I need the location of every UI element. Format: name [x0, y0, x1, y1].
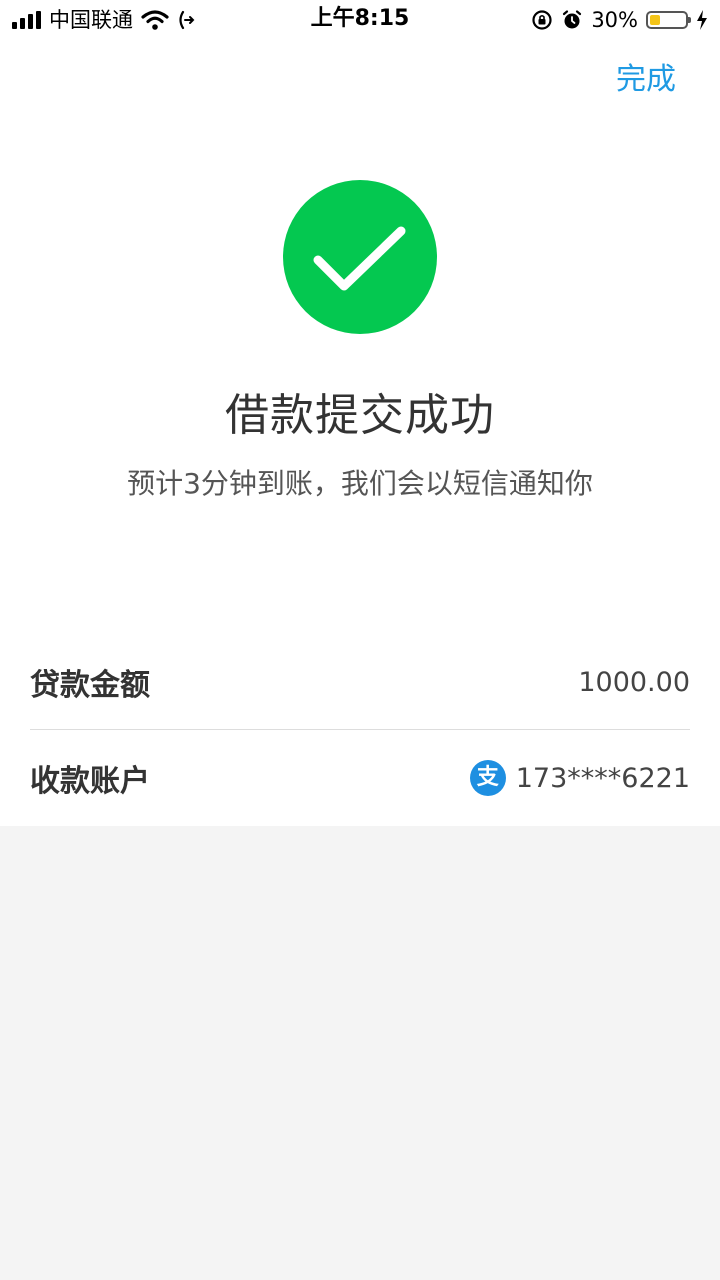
checkmark-circle-icon: [283, 180, 437, 334]
status-right: 30%: [531, 6, 708, 34]
charging-icon: [697, 10, 707, 30]
loan-amount-value: 1000.00: [578, 666, 690, 698]
alipay-icon: 支: [469, 760, 506, 796]
screen: 中国联通 上午8:15 30% 完成 借款提交成功 预计3分钟到账，我们会以短信…: [0, 0, 720, 1280]
result-title: 借款提交成功: [225, 390, 495, 441]
result-subtitle: 预计3分钟到账，我们会以短信通知你: [127, 467, 593, 500]
rotation-lock-icon: [532, 10, 552, 30]
done-button[interactable]: 完成: [616, 60, 676, 100]
receiving-account-label: 收款账户: [30, 764, 150, 799]
battery-icon: [646, 11, 691, 29]
alarm-icon: [563, 10, 582, 29]
content-panel: 中国联通 上午8:15 30% 完成 借款提交成功 预计3分钟到账，我们会以短信…: [0, 0, 720, 826]
receiving-account-row: 收款账户 支 173****6221: [30, 730, 690, 826]
battery-level: [650, 15, 660, 25]
receiving-account-value-group: 支 173****6221: [469, 760, 690, 796]
loan-amount-label: 贷款金额: [30, 668, 150, 703]
loan-amount-row: 贷款金额 1000.00: [30, 634, 690, 730]
battery-percent: 30%: [591, 8, 638, 32]
status-bar: 中国联通 上午8:15 30%: [0, 0, 720, 40]
receiving-account-value: 173****6221: [515, 762, 690, 794]
